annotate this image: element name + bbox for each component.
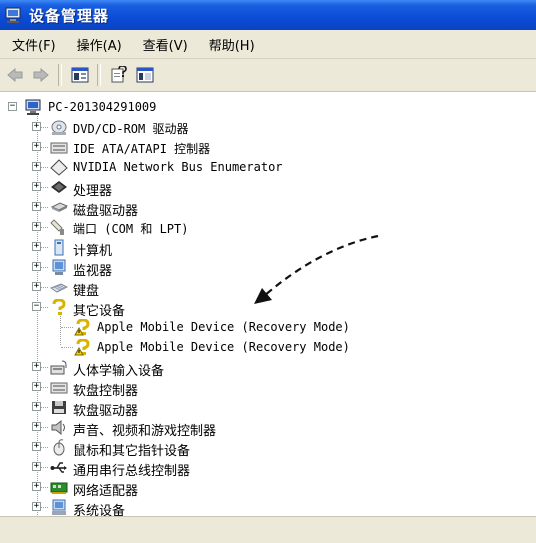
- tree-guide-line: [61, 327, 73, 328]
- forward-button[interactable]: [30, 64, 52, 86]
- tree-item-label: 网络适配器: [73, 484, 139, 499]
- floppy-drive-icon: [50, 399, 68, 416]
- device-manager-icon: [5, 7, 23, 23]
- expand-toggle[interactable]: +: [32, 462, 41, 471]
- network-card-icon: [50, 479, 68, 496]
- expand-toggle[interactable]: +: [32, 442, 41, 451]
- warning-device-icon: [74, 318, 92, 336]
- window-title: 设备管理器: [29, 6, 110, 25]
- tree-item-label: Apple Mobile Device (Recovery Mode): [97, 320, 350, 334]
- tree-guide-line: [60, 313, 61, 345]
- tree-item-label: 磁盘驱动器: [73, 204, 139, 219]
- expand-toggle[interactable]: +: [32, 482, 41, 491]
- tree-item-label: 监视器: [73, 264, 113, 279]
- expand-toggle[interactable]: +: [32, 382, 41, 391]
- tree-guide-line: [61, 347, 73, 348]
- toolbar-separator: [58, 64, 62, 86]
- annotation-arrow: [254, 234, 379, 304]
- menu-file[interactable]: 文件(F): [0, 35, 65, 54]
- expand-toggle[interactable]: +: [32, 242, 41, 251]
- expand-toggle[interactable]: +: [32, 162, 41, 171]
- expand-toggle[interactable]: +: [32, 222, 41, 231]
- tree-item-label: 键盘: [73, 284, 100, 299]
- toolbar: [0, 59, 536, 92]
- expand-toggle[interactable]: +: [32, 422, 41, 431]
- computer-icon: [24, 99, 42, 116]
- expand-toggle[interactable]: +: [32, 202, 41, 211]
- expand-toggle[interactable]: +: [32, 502, 41, 511]
- tree-root-label: PC-201304291009: [48, 100, 157, 114]
- expand-toggle[interactable]: +: [32, 122, 41, 131]
- help-document-icon: [111, 66, 127, 83]
- tree-item-label: DVD/CD-ROM 驱动器: [73, 122, 189, 136]
- tree-item-label: 软盘驱动器: [73, 404, 139, 419]
- tree-item-label: 软盘控制器: [73, 384, 139, 399]
- help-button[interactable]: [108, 64, 130, 86]
- ide-controller-icon: [50, 139, 68, 156]
- tree-item-label: 系统设备: [73, 504, 126, 516]
- properties-button[interactable]: [134, 64, 156, 86]
- toolbar-separator: [97, 64, 101, 86]
- tree-item-label: Apple Mobile Device (Recovery Mode): [97, 340, 350, 354]
- forward-arrow-icon: [33, 68, 49, 82]
- warning-device-icon: [74, 338, 92, 356]
- tree-item-label: 人体学输入设备: [73, 364, 165, 379]
- tree-item-label: NVIDIA Network Bus Enumerator: [73, 160, 283, 174]
- collapse-toggle[interactable]: −: [8, 102, 17, 111]
- device-tree[interactable]: − PC-201304291009 + DVD/CD-ROM 驱动器 + IDE…: [0, 92, 536, 516]
- system-diamond-icon: [50, 159, 68, 176]
- tree-item-label: 端口 (COM 和 LPT): [73, 222, 189, 236]
- port-connector-icon: [50, 219, 68, 236]
- tree-item-label: 计算机: [73, 244, 113, 259]
- tree-item-label: 声音、视频和游戏控制器: [73, 424, 217, 439]
- unknown-device-icon: [50, 298, 68, 316]
- menu-view[interactable]: 查看(V): [131, 35, 197, 54]
- back-arrow-icon: [7, 68, 23, 82]
- tree-item-label: 通用串行总线控制器: [73, 464, 191, 479]
- menu-help[interactable]: 帮助(H): [197, 35, 264, 54]
- mouse-icon: [50, 439, 68, 456]
- tree-item-label: 鼠标和其它指针设备: [73, 444, 191, 459]
- collapse-toggle[interactable]: −: [32, 302, 41, 311]
- properties-icon: [136, 67, 154, 83]
- speaker-icon: [50, 419, 68, 436]
- status-bar: [0, 516, 536, 543]
- show-hide-tree-button[interactable]: [69, 64, 91, 86]
- expand-toggle[interactable]: +: [32, 142, 41, 151]
- hid-icon: [50, 359, 68, 376]
- processor-icon: [50, 179, 68, 196]
- tree-item-label: IDE ATA/ATAPI 控制器: [73, 142, 211, 156]
- monitor-icon: [50, 259, 68, 276]
- tree-guide-line: [37, 116, 38, 516]
- system-device-icon: [50, 499, 68, 516]
- expand-toggle[interactable]: +: [32, 362, 41, 371]
- computer-tower-icon: [50, 239, 68, 256]
- back-button[interactable]: [4, 64, 26, 86]
- tree-item-label: 处理器: [73, 184, 113, 199]
- controller-card-icon: [50, 379, 68, 396]
- expand-toggle[interactable]: +: [32, 262, 41, 271]
- hard-disk-icon: [50, 199, 69, 216]
- expand-toggle[interactable]: +: [32, 182, 41, 191]
- console-tree-icon: [71, 67, 89, 83]
- menu-action[interactable]: 操作(A): [65, 35, 131, 54]
- menu-bar: 文件(F) 操作(A) 查看(V) 帮助(H): [0, 30, 536, 59]
- expand-toggle[interactable]: +: [32, 402, 41, 411]
- keyboard-icon: [49, 279, 69, 296]
- tree-item-label: 其它设备: [73, 304, 126, 319]
- title-bar: 设备管理器: [0, 0, 536, 30]
- expand-toggle[interactable]: +: [32, 282, 41, 291]
- usb-icon: [50, 459, 68, 476]
- cd-drive-icon: [50, 119, 68, 136]
